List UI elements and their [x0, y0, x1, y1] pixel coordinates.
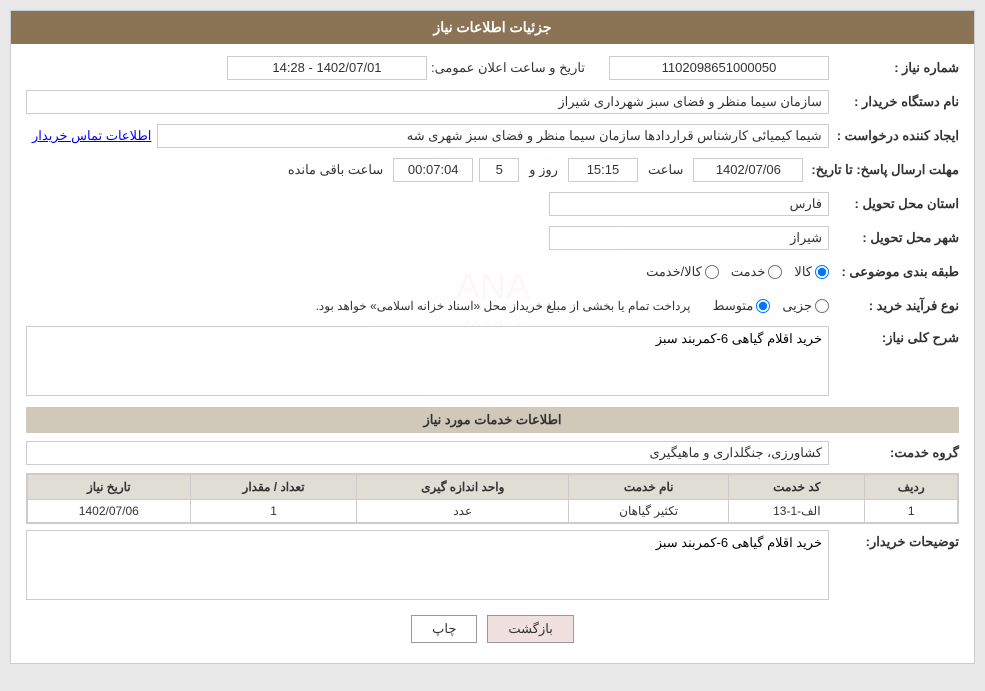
shomara-niaz-label: شماره نیاز : — [829, 60, 959, 76]
radio-khedmat[interactable]: خدمت — [731, 264, 783, 280]
tarikh-value: 1402/07/06 — [693, 158, 803, 182]
col-tedad: تعداد / مقدار — [190, 475, 357, 500]
shahr-value: شیراز — [549, 226, 829, 250]
radio-kala[interactable]: کالا — [794, 264, 829, 280]
cell-tarikh: 1402/07/06 — [28, 500, 191, 523]
ostan-label: استان محل تحویل : — [829, 196, 959, 212]
page-header: جزئیات اطلاعات نیاز — [11, 11, 974, 44]
cell-vahed: عدد — [357, 500, 569, 523]
col-radif: ردیف — [865, 475, 958, 500]
nooe-farayand-radio-group: جزیی متوسط پرداخت تمام یا بخشی از مبلغ خ… — [316, 298, 829, 314]
services-table: ردیف کد خدمت نام خدمت واحد اندازه گیری ت… — [27, 474, 958, 523]
cell-tedad: 1 — [190, 500, 357, 523]
sharh-kolli-textarea[interactable] — [26, 326, 829, 396]
ejad-konande-value: شیما کیمیائی کارشناس قراردادها سازمان سی… — [157, 124, 828, 148]
saat-baqi-value: 00:07:04 — [393, 158, 473, 182]
radio-motavaset-label: متوسط — [712, 298, 753, 314]
nam-dastgah-label: نام دستگاه خریدار : — [829, 94, 959, 110]
shomara-niaz-value: 1102098651000050 — [609, 56, 829, 80]
table-row: 1 الف-1-13 تکثیر گیاهان عدد 1 1402/07/06 — [28, 500, 958, 523]
tabaqa-radio-group: کالا خدمت کالا/خدمت — [646, 264, 829, 280]
gorooh-khedmat-value: کشاورزی، جنگلداری و ماهیگیری — [26, 441, 829, 465]
ejad-konande-label: ایجاد کننده درخواست : — [829, 128, 959, 144]
mohlat-label: مهلت ارسال پاسخ: تا تاریخ: — [803, 162, 959, 178]
radio-motavaset[interactable]: متوسط — [712, 298, 770, 314]
chap-button[interactable]: چاپ — [411, 615, 477, 643]
cell-kod: الف-1-13 — [729, 500, 865, 523]
nooe-farayand-note: پرداخت تمام یا بخشی از مبلغ خریداز محل «… — [316, 299, 701, 313]
tarikh-elan-value: 1402/07/01 - 14:28 — [227, 56, 427, 80]
col-kod: کد خدمت — [729, 475, 865, 500]
tabaqa-label: طبقه بندی موضوعی : — [829, 264, 959, 280]
roz-value: 5 — [479, 158, 519, 182]
tosihaat-textarea[interactable] — [26, 530, 829, 600]
col-nam: نام خدمت — [569, 475, 729, 500]
saat-baqi-label: ساعت باقی مانده — [284, 162, 387, 178]
col-tarikh: تاریخ نیاز — [28, 475, 191, 500]
section-khadamat-header: اطلاعات خدمات مورد نیاز — [26, 407, 959, 433]
radio-kala-khedmat[interactable]: کالا/خدمت — [646, 264, 719, 280]
etelaat-tamas-link[interactable]: اطلاعات تماس خریدار — [32, 128, 151, 143]
nooe-farayand-label: نوع فرآیند خرید : — [829, 298, 959, 314]
radio-kala-khedmat-label: کالا/خدمت — [646, 264, 702, 280]
bazgasht-button[interactable]: بازگشت — [487, 615, 573, 643]
buttons-row: بازگشت چاپ — [26, 615, 959, 653]
radio-kala-label: کالا — [794, 264, 812, 280]
page-title: جزئیات اطلاعات نیاز — [433, 19, 551, 35]
tosihaat-label: توضیحات خریدار: — [829, 530, 959, 550]
radio-khedmat-label: خدمت — [731, 264, 766, 280]
radio-jozi-label: جزیی — [782, 298, 812, 314]
ostan-value: فارس — [549, 192, 829, 216]
tarikh-elan-label: تاریخ و ساعت اعلان عمومی: — [427, 60, 589, 76]
radio-jozi[interactable]: جزیی — [782, 298, 829, 314]
sharh-kolli-label: شرح کلی نیاز: — [829, 326, 959, 346]
nam-dastgah-value: سازمان سیما منظر و فضای سبز شهرداری شیرا… — [26, 90, 829, 114]
saat-value: 15:15 — [568, 158, 638, 182]
services-table-wrapper: ردیف کد خدمت نام خدمت واحد اندازه گیری ت… — [26, 473, 959, 524]
cell-radif: 1 — [865, 500, 958, 523]
roz-label: روز و — [525, 162, 562, 178]
gorooh-khedmat-label: گروه خدمت: — [829, 445, 959, 461]
shahr-label: شهر محل تحویل : — [829, 230, 959, 246]
cell-nam: تکثیر گیاهان — [569, 500, 729, 523]
saat-label: ساعت — [644, 162, 687, 178]
col-vahed: واحد اندازه گیری — [357, 475, 569, 500]
